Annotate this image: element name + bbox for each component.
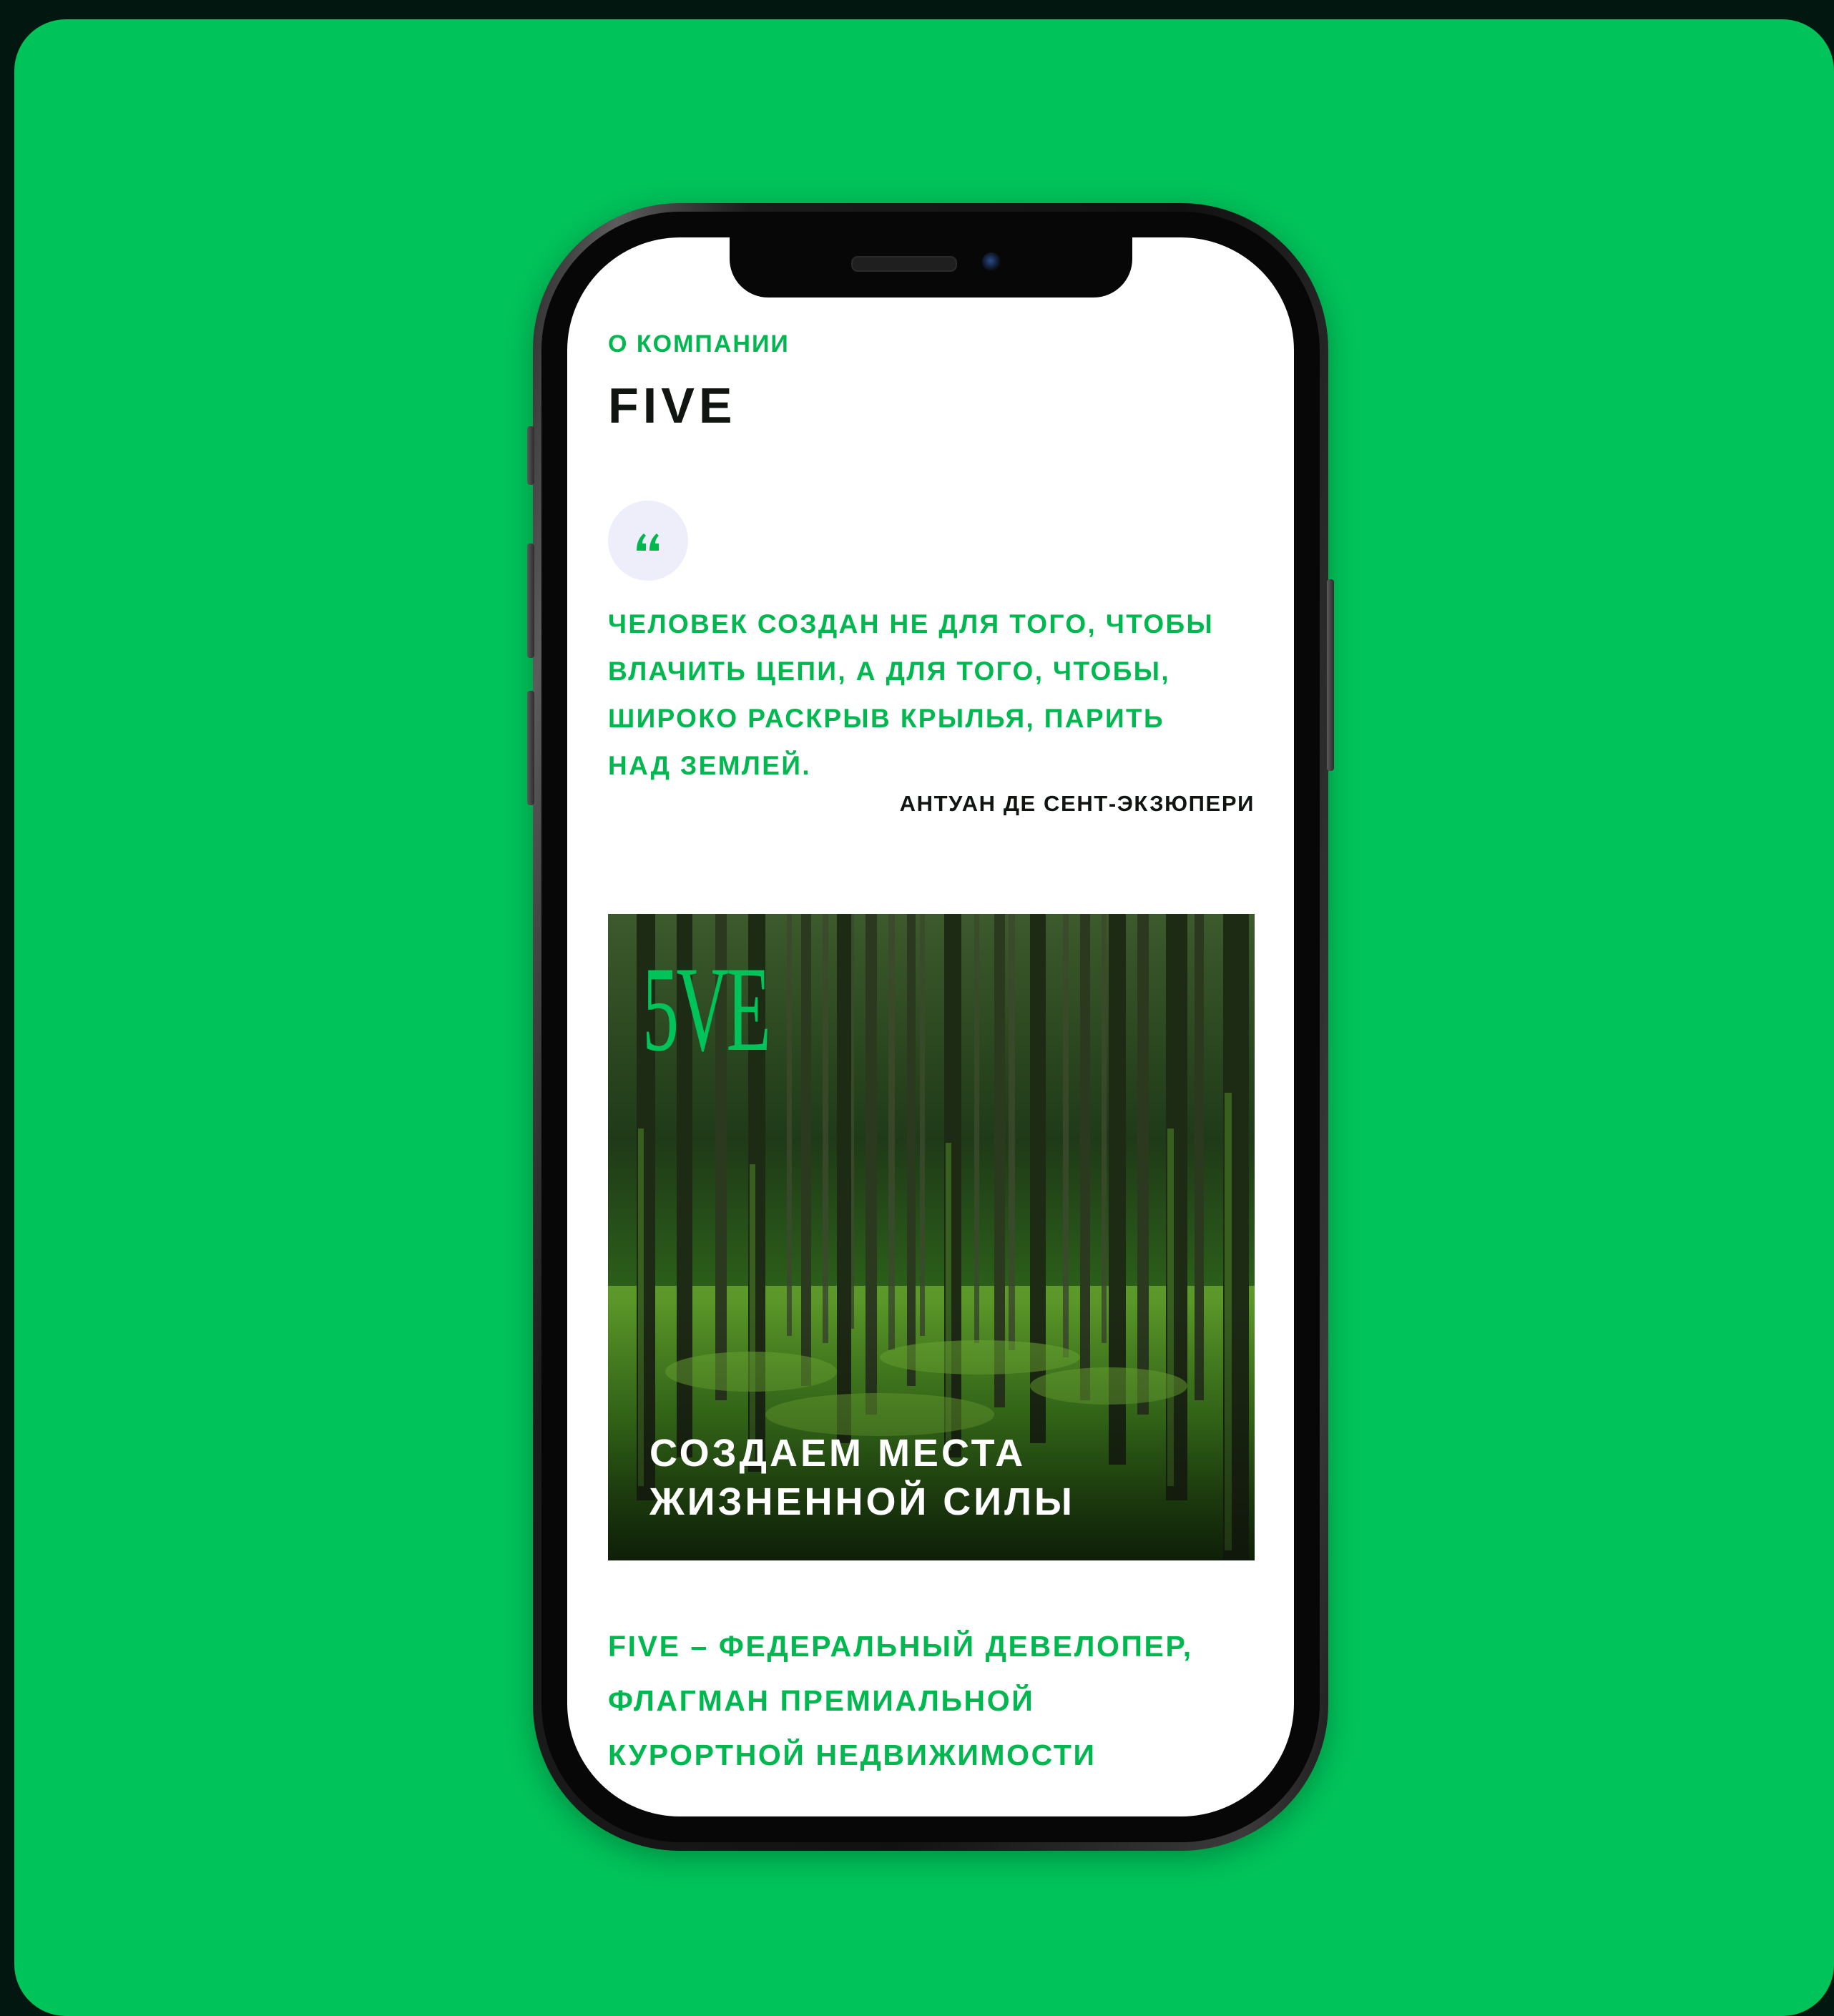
company-description: FIVE – ФЕДЕРАЛЬНЫЙ ДЕВЕЛОПЕР, ФЛАГМАН ПР…	[608, 1630, 1193, 1771]
phone-volume-down-button	[527, 691, 534, 805]
quote-mark-icon	[637, 533, 659, 551]
quote-author: АНТУАН ДЕ СЕНТ-ЭКЗЮПЕРИ	[899, 791, 1255, 816]
section-label: О КОМПАНИИ	[608, 330, 790, 358]
phone-notch	[730, 237, 1132, 298]
phone-screen: О КОМПАНИИ FIVE ЧЕЛОВЕК СОЗДАН НЕ ДЛЯ ТО…	[567, 237, 1294, 1816]
page-background: О КОМПАНИИ FIVE ЧЕЛОВЕК СОЗДАН НЕ ДЛЯ ТО…	[0, 0, 1834, 2016]
speaker-grille	[851, 256, 957, 272]
phone-volume-up-button	[527, 544, 534, 658]
page-title: FIVE	[608, 378, 737, 433]
phone-mute-switch	[527, 426, 534, 485]
phone-power-button	[1327, 579, 1334, 771]
front-camera	[982, 252, 1001, 271]
forest-hero-image: 5VE СОЗДАЕМ МЕСТА ЖИЗНЕННОЙ СИЛЫ	[608, 914, 1255, 1560]
brand-logo: 5VE	[642, 942, 771, 1076]
hero-caption: СОЗДАЕМ МЕСТА ЖИЗНЕННОЙ СИЛЫ	[649, 1432, 1075, 1523]
quote-text: ЧЕЛОВЕК СОЗДАН НЕ ДЛЯ ТОГО, ЧТОБЫ ВЛАЧИТ…	[608, 609, 1215, 780]
quote-badge	[608, 501, 688, 581]
